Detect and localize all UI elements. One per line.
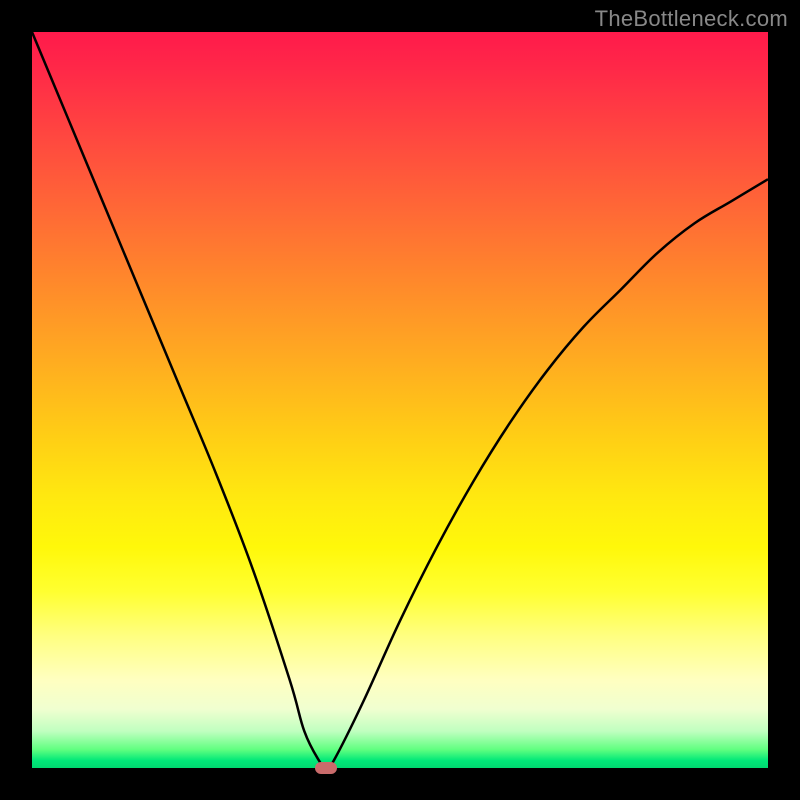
chart-plot-area bbox=[32, 32, 768, 768]
bottleneck-curve bbox=[32, 32, 768, 768]
optimal-point-marker bbox=[315, 762, 337, 774]
watermark-text: TheBottleneck.com bbox=[595, 6, 788, 32]
